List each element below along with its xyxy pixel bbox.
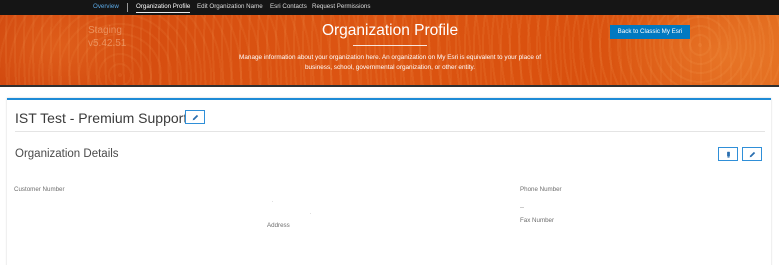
page-banner: Staging v5.42.51 Organization Profile Ma… [0,15,779,85]
customer-number-label: Customer Number [14,186,65,193]
version-label: v5.42.51 [88,38,127,49]
organization-name: IST Test - Premium Support [15,110,188,126]
pencil-icon [192,108,199,126]
back-to-classic-button[interactable]: Back to Classic My Esri [610,25,690,39]
nav-active-underline [136,12,190,13]
page-description: Manage information about your organizati… [239,54,541,71]
loading-mark: . [310,210,312,216]
address-label: Address [267,222,290,229]
page-title: Organization Profile [321,22,459,39]
nav-edit-organization-name[interactable]: Edit Organization Name [197,3,263,11]
edit-details-button[interactable] [742,147,762,161]
nav-esri-contacts[interactable]: Esri Contacts [270,3,307,11]
pencil-icon [749,145,756,163]
section-title-organization-details: Organization Details [15,148,119,160]
upload-button[interactable] [718,147,738,161]
environment-label: Staging [88,25,122,36]
phone-number-label: Phone Number [520,186,562,193]
card-divider [15,131,765,132]
nav-overview[interactable]: Overview [93,3,119,11]
title-underline [353,45,427,46]
phone-number-value: -- [520,205,524,211]
edit-organization-name-button[interactable] [185,110,205,124]
banner-divider [0,85,779,87]
fax-number-label: Fax Number [520,217,555,224]
nav-separator [127,3,128,12]
top-navigation: Overview Organization Profile Edit Organ… [0,0,779,15]
upload-icon [725,145,732,163]
nav-request-permissions[interactable]: Request Permissions [312,3,370,11]
nav-organization-profile[interactable]: Organization Profile [136,3,190,11]
organization-card: IST Test - Premium Support Organization … [7,98,771,265]
loading-mark: . [272,198,274,204]
